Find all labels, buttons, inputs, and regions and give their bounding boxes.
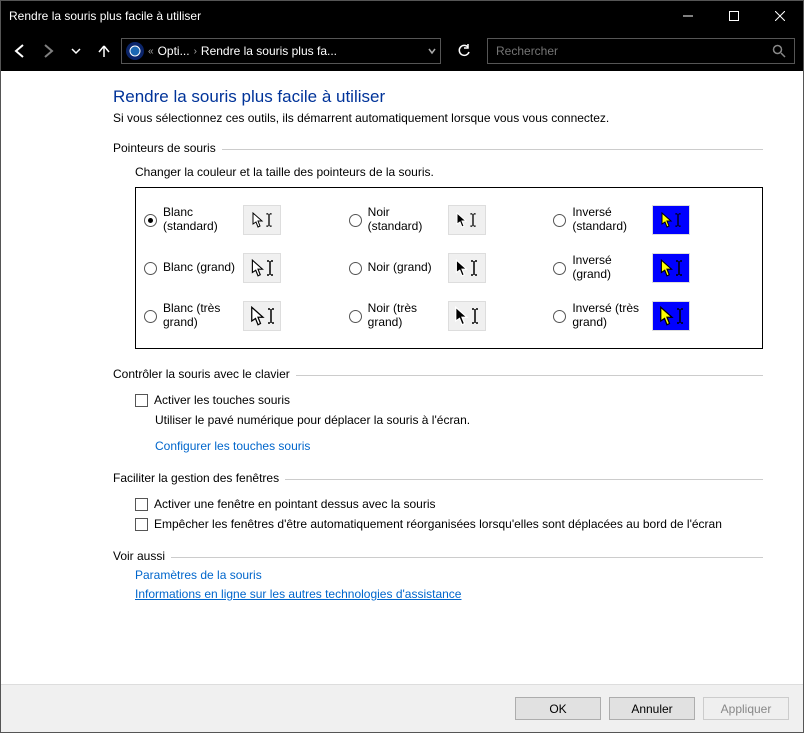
page-subtitle: Si vous sélectionnez ces outils, ils dém… xyxy=(113,111,763,125)
legend-pointers: Pointeurs de souris xyxy=(113,141,222,155)
pointer-preview xyxy=(243,253,281,283)
pointer-label: Blanc (très grand) xyxy=(163,302,237,330)
radio-white-std[interactable] xyxy=(144,214,157,227)
fieldset-window-mgmt: Faciliter la gestion des fenêtres Active… xyxy=(113,471,763,531)
content: Rendre la souris plus facile à utiliser … xyxy=(1,71,803,684)
search-icon[interactable] xyxy=(772,44,786,58)
legend-window-mgmt: Faciliter la gestion des fenêtres xyxy=(113,471,285,485)
radio-inv-lg[interactable] xyxy=(553,262,566,275)
pointer-label: Noir (standard) xyxy=(368,206,442,234)
control-panel-icon xyxy=(126,42,144,60)
back-button[interactable] xyxy=(9,40,31,62)
pointer-label: Blanc (grand) xyxy=(163,261,237,275)
checkbox-no-snap-row[interactable]: Empêcher les fenêtres d'être automatique… xyxy=(135,517,763,531)
titlebar: Rendre la souris plus facile à utiliser xyxy=(1,1,803,31)
checkbox-hover-activate[interactable] xyxy=(135,498,148,511)
forward-button[interactable] xyxy=(37,40,59,62)
minimize-button[interactable] xyxy=(665,1,711,31)
up-button[interactable] xyxy=(93,40,115,62)
link-mouse-settings[interactable]: Paramètres de la souris xyxy=(135,568,763,582)
mouse-keys-desc: Utiliser le pavé numérique pour déplacer… xyxy=(155,413,763,427)
titlebar-buttons xyxy=(665,1,803,31)
breadcrumb-dropdown[interactable] xyxy=(428,47,436,55)
window: Rendre la souris plus facile à utiliser … xyxy=(0,0,804,733)
pointer-option-inv-xl[interactable]: Inversé (très grand) xyxy=(553,294,754,338)
radio-black-xl[interactable] xyxy=(349,310,362,323)
pointer-option-white-std[interactable]: Blanc (standard) xyxy=(144,198,345,242)
recent-dropdown[interactable] xyxy=(65,40,87,62)
radio-black-lg[interactable] xyxy=(349,262,362,275)
pointer-label: Blanc (standard) xyxy=(163,206,237,234)
pointer-option-black-lg[interactable]: Noir (grand) xyxy=(349,246,550,290)
radio-inv-std[interactable] xyxy=(553,214,566,227)
pointer-label: Noir (grand) xyxy=(368,261,442,275)
pointer-option-white-xl[interactable]: Blanc (très grand) xyxy=(144,294,345,338)
checkbox-mouse-keys-row[interactable]: Activer les touches souris xyxy=(135,393,763,407)
radio-white-xl[interactable] xyxy=(144,310,157,323)
pointer-option-inv-lg[interactable]: Inversé (grand) xyxy=(553,246,754,290)
legend-keyboard: Contrôler la souris avec le clavier xyxy=(113,367,296,381)
pointer-preview xyxy=(652,301,690,331)
footer: OK Annuler Appliquer xyxy=(1,684,803,732)
search-box[interactable] xyxy=(487,38,795,64)
pointer-preview xyxy=(652,253,690,283)
fieldset-pointers: Pointeurs de souris Changer la couleur e… xyxy=(113,141,763,349)
window-title: Rendre la souris plus facile à utiliser xyxy=(9,9,665,23)
pointer-option-black-std[interactable]: Noir (standard) xyxy=(349,198,550,242)
close-button[interactable] xyxy=(757,1,803,31)
page-heading: Rendre la souris plus facile à utiliser xyxy=(113,87,763,107)
pointer-preview xyxy=(243,205,281,235)
legend-seealso: Voir aussi xyxy=(113,549,171,563)
ok-button[interactable]: OK xyxy=(515,697,601,720)
pointer-option-white-lg[interactable]: Blanc (grand) xyxy=(144,246,345,290)
link-online-info[interactable]: Informations en ligne sur les autres tec… xyxy=(135,587,763,601)
pointer-label: Inversé (très grand) xyxy=(572,302,646,330)
breadcrumb-seg-2[interactable]: Rendre la souris plus fa... xyxy=(201,44,337,58)
refresh-button[interactable] xyxy=(447,44,481,58)
navbar: « Opti... › Rendre la souris plus fa... xyxy=(1,31,803,71)
checkbox-mouse-keys-label: Activer les touches souris xyxy=(154,393,290,407)
radio-white-lg[interactable] xyxy=(144,262,157,275)
pointers-desc: Changer la couleur et la taille des poin… xyxy=(135,165,763,179)
pointer-option-inv-std[interactable]: Inversé (standard) xyxy=(553,198,754,242)
checkbox-hover-activate-row[interactable]: Activer une fenêtre en pointant dessus a… xyxy=(135,497,763,511)
checkbox-no-snap-label: Empêcher les fenêtres d'être automatique… xyxy=(154,517,722,531)
pointer-preview xyxy=(243,301,281,331)
pointer-label: Inversé (grand) xyxy=(572,254,646,282)
radio-inv-xl[interactable] xyxy=(553,310,566,323)
checkbox-mouse-keys[interactable] xyxy=(135,394,148,407)
pointer-option-black-xl[interactable]: Noir (très grand) xyxy=(349,294,550,338)
pointer-preview xyxy=(448,301,486,331)
apply-button: Appliquer xyxy=(703,697,789,720)
fieldset-seealso: Voir aussi Paramètres de la souris Infor… xyxy=(113,549,763,601)
link-config-mouse-keys[interactable]: Configurer les touches souris xyxy=(155,439,310,453)
content-area: Rendre la souris plus facile à utiliser … xyxy=(1,71,803,732)
search-input[interactable] xyxy=(496,44,772,58)
breadcrumb[interactable]: « Opti... › Rendre la souris plus fa... xyxy=(121,38,441,64)
maximize-button[interactable] xyxy=(711,1,757,31)
checkbox-hover-activate-label: Activer une fenêtre en pointant dessus a… xyxy=(154,497,436,511)
fieldset-keyboard: Contrôler la souris avec le clavier Acti… xyxy=(113,367,763,453)
pointer-preview xyxy=(652,205,690,235)
checkbox-no-snap[interactable] xyxy=(135,518,148,531)
pointer-label: Noir (très grand) xyxy=(368,302,442,330)
radio-black-std[interactable] xyxy=(349,214,362,227)
pointer-grid: Blanc (standard) Noir (standard) Inversé (… xyxy=(135,187,763,349)
pointer-preview xyxy=(448,205,486,235)
breadcrumb-seg-1[interactable]: Opti... xyxy=(158,44,190,58)
chevron-left-icon: « xyxy=(148,46,154,57)
cancel-button[interactable]: Annuler xyxy=(609,697,695,720)
chevron-right-icon: › xyxy=(194,46,197,57)
pointer-preview xyxy=(448,253,486,283)
pointer-label: Inversé (standard) xyxy=(572,206,646,234)
